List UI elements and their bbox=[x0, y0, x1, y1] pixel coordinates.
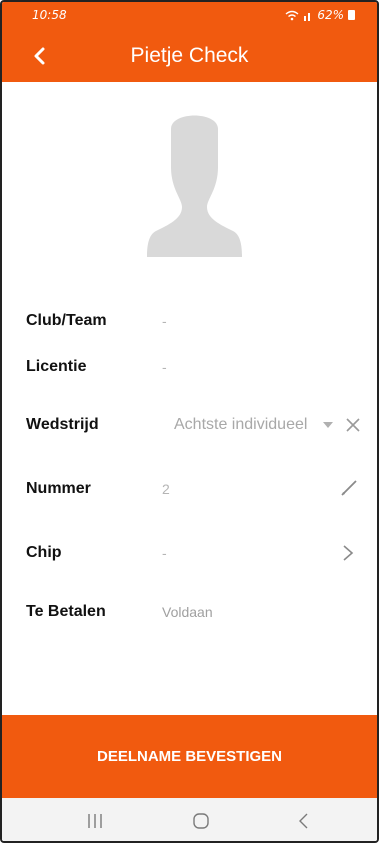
field-label: Club/Team bbox=[26, 312, 107, 329]
page-title: Pietje Check bbox=[130, 44, 249, 67]
wifi-icon bbox=[285, 10, 299, 20]
phone-screen: 10:58 62% Pietje Check Club/Team - Licen… bbox=[0, 0, 379, 843]
battery-percent: 62% bbox=[317, 8, 344, 22]
signal-icon bbox=[304, 12, 311, 21]
field-label: Te Betalen bbox=[26, 603, 106, 620]
home-icon[interactable] bbox=[192, 812, 210, 830]
chevron-right-icon[interactable] bbox=[342, 544, 354, 562]
confirm-participation-button[interactable]: DEELNAME BEVESTIGEN bbox=[2, 715, 377, 798]
field-nummer: Nummer 2 bbox=[26, 474, 357, 504]
field-licentie: Licentie - bbox=[26, 352, 357, 382]
field-value: Voldaan bbox=[162, 604, 213, 620]
field-label: Nummer bbox=[26, 480, 91, 497]
status-time: 10:58 bbox=[32, 8, 67, 22]
field-te-betalen: Te Betalen Voldaan bbox=[26, 597, 357, 627]
status-bar: 10:58 62% bbox=[2, 2, 377, 30]
nav-back-icon[interactable] bbox=[298, 812, 310, 830]
field-label: Wedstrijd bbox=[26, 416, 99, 433]
wedstrijd-select[interactable]: Achtste individueel bbox=[174, 416, 307, 434]
field-value: 2 bbox=[162, 481, 170, 497]
recents-icon[interactable] bbox=[86, 812, 104, 830]
field-label: Chip bbox=[26, 544, 62, 561]
field-wedstrijd[interactable]: Wedstrijd Achtste individueel bbox=[26, 410, 360, 440]
field-label: Licentie bbox=[26, 358, 87, 375]
edit-pencil-icon[interactable] bbox=[339, 478, 359, 498]
status-indicators: 62% bbox=[285, 8, 355, 22]
field-club-team: Club/Team - bbox=[26, 306, 357, 336]
field-value: - bbox=[162, 313, 167, 329]
field-value: - bbox=[162, 545, 167, 561]
battery-icon bbox=[348, 10, 355, 20]
avatar-placeholder-icon bbox=[147, 115, 242, 257]
system-navigation-bar bbox=[2, 798, 377, 841]
app-bar: Pietje Check bbox=[2, 30, 377, 82]
field-chip[interactable]: Chip - bbox=[26, 538, 357, 568]
dropdown-arrow-icon[interactable] bbox=[323, 422, 333, 428]
field-value: - bbox=[162, 359, 167, 375]
confirm-button-label: DEELNAME BEVESTIGEN bbox=[96, 748, 283, 765]
clear-icon[interactable] bbox=[345, 417, 361, 433]
